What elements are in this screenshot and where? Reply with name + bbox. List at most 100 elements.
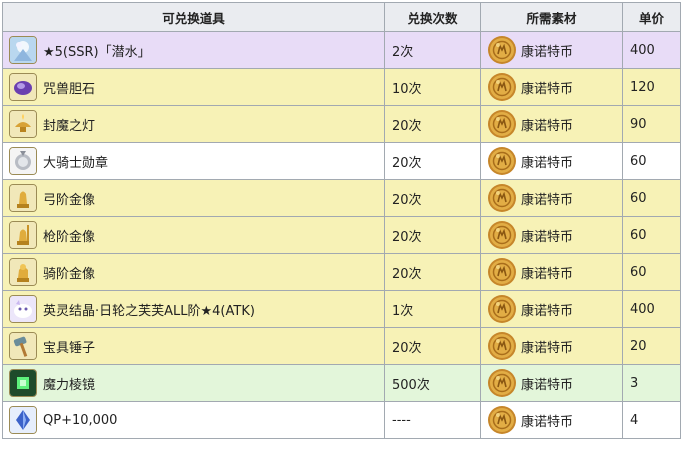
table-row: 封魔之灯 20次 康诺特币 90 — [2, 105, 681, 143]
connaught-coin-icon[interactable] — [487, 35, 517, 65]
header-price[interactable]: 单价 — [622, 2, 681, 32]
material-name[interactable]: 康诺特币 — [521, 226, 573, 245]
item-name[interactable]: 咒兽胆石 — [43, 78, 95, 97]
material-name[interactable]: 康诺特币 — [521, 411, 573, 430]
exchange-times: 20次 — [384, 105, 481, 143]
table-header-row: 可兑换道具 兑换次数 所需素材 单价 — [2, 2, 681, 32]
lancer-statue-icon[interactable] — [9, 221, 37, 249]
item-name[interactable]: ★5(SSR)「潜水」 — [43, 41, 151, 60]
unit-price: 60 — [622, 253, 681, 291]
connaught-coin-icon[interactable] — [487, 331, 517, 361]
item-name[interactable]: 封魔之灯 — [43, 115, 95, 134]
material-name[interactable]: 康诺特币 — [521, 337, 573, 356]
table-row: 宝具锤子 20次 康诺特币 20 — [2, 327, 681, 365]
medal-icon[interactable] — [9, 147, 37, 175]
lamp-icon[interactable] — [9, 110, 37, 138]
unit-price: 90 — [622, 105, 681, 143]
material-name[interactable]: 康诺特币 — [521, 263, 573, 282]
unit-price: 20 — [622, 327, 681, 365]
material-cell: 康诺特币 — [480, 327, 623, 365]
item-name[interactable]: 大骑士勋章 — [43, 152, 108, 171]
item-cell: 宝具锤子 — [2, 327, 385, 365]
item-cell: 骑阶金像 — [2, 253, 385, 291]
item-cell: 枪阶金像 — [2, 216, 385, 254]
green-prism-icon[interactable] — [9, 369, 37, 397]
material-name[interactable]: 康诺特币 — [521, 78, 573, 97]
header-item[interactable]: 可兑换道具 — [2, 2, 385, 32]
unit-price: 120 — [622, 68, 681, 106]
exchange-times: 20次 — [384, 253, 481, 291]
table-row: QP+10,000 ---- 康诺特币 4 — [2, 401, 681, 439]
material-cell: 康诺特币 — [480, 290, 623, 328]
qp-crystal-icon[interactable] — [9, 406, 37, 434]
unit-price: 60 — [622, 179, 681, 217]
item-name[interactable]: 英灵结晶·日轮之芙芙ALL阶★4(ATK) — [43, 300, 255, 319]
connaught-coin-icon[interactable] — [487, 294, 517, 324]
item-cell: 封魔之灯 — [2, 105, 385, 143]
exchange-times: 10次 — [384, 68, 481, 106]
connaught-coin-icon[interactable] — [487, 183, 517, 213]
material-cell: 康诺特币 — [480, 31, 623, 69]
unit-price: 400 — [622, 290, 681, 328]
fou-crystal-icon[interactable] — [9, 295, 37, 323]
table-row: 枪阶金像 20次 康诺特币 60 — [2, 216, 681, 254]
unit-price: 60 — [622, 216, 681, 254]
material-cell: 康诺特币 — [480, 68, 623, 106]
header-times[interactable]: 兑换次数 — [384, 2, 481, 32]
item-cell: 魔力棱镜 — [2, 364, 385, 402]
table-row: 英灵结晶·日轮之芙芙ALL阶★4(ATK) 1次 康诺特币 400 — [2, 290, 681, 328]
item-cell: 英灵结晶·日轮之芙芙ALL阶★4(ATK) — [2, 290, 385, 328]
material-name[interactable]: 康诺特币 — [521, 41, 573, 60]
table-row: 大骑士勋章 20次 康诺特币 60 — [2, 142, 681, 180]
purple-gem-icon[interactable] — [9, 73, 37, 101]
ssr-card-icon[interactable] — [9, 36, 37, 64]
table-row: ★5(SSR)「潜水」 2次 康诺特币 400 — [2, 31, 681, 69]
archer-statue-icon[interactable] — [9, 184, 37, 212]
item-name[interactable]: 宝具锤子 — [43, 337, 95, 356]
item-name[interactable]: QP+10,000 — [43, 413, 117, 428]
exchange-times: 500次 — [384, 364, 481, 402]
item-cell: 弓阶金像 — [2, 179, 385, 217]
material-name[interactable]: 康诺特币 — [521, 374, 573, 393]
material-cell: 康诺特币 — [480, 142, 623, 180]
material-name[interactable]: 康诺特币 — [521, 189, 573, 208]
unit-price: 4 — [622, 401, 681, 439]
item-cell: 咒兽胆石 — [2, 68, 385, 106]
connaught-coin-icon[interactable] — [487, 368, 517, 398]
item-name[interactable]: 魔力棱镜 — [43, 374, 95, 393]
hammer-icon[interactable] — [9, 332, 37, 360]
item-name[interactable]: 骑阶金像 — [43, 263, 95, 282]
material-name[interactable]: 康诺特币 — [521, 152, 573, 171]
unit-price: 60 — [622, 142, 681, 180]
exchange-times: 20次 — [384, 179, 481, 217]
item-cell: 大骑士勋章 — [2, 142, 385, 180]
header-material[interactable]: 所需素材 — [480, 2, 623, 32]
material-cell: 康诺特币 — [480, 105, 623, 143]
connaught-coin-icon[interactable] — [487, 146, 517, 176]
exchange-table: 可兑换道具 兑换次数 所需素材 单价 ★5(SSR)「潜水」 2次 康诺特币 400 咒… — [2, 2, 681, 439]
exchange-times: 20次 — [384, 216, 481, 254]
table-row: 骑阶金像 20次 康诺特币 60 — [2, 253, 681, 291]
item-cell: QP+10,000 — [2, 401, 385, 439]
item-name[interactable]: 弓阶金像 — [43, 189, 95, 208]
table-row: 魔力棱镜 500次 康诺特币 3 — [2, 364, 681, 402]
item-name[interactable]: 枪阶金像 — [43, 226, 95, 245]
table-row: 弓阶金像 20次 康诺特币 60 — [2, 179, 681, 217]
item-cell: ★5(SSR)「潜水」 — [2, 31, 385, 69]
material-cell: 康诺特币 — [480, 216, 623, 254]
exchange-times: 20次 — [384, 142, 481, 180]
connaught-coin-icon[interactable] — [487, 72, 517, 102]
connaught-coin-icon[interactable] — [487, 220, 517, 250]
connaught-coin-icon[interactable] — [487, 109, 517, 139]
material-cell: 康诺特币 — [480, 364, 623, 402]
exchange-times: 2次 — [384, 31, 481, 69]
connaught-coin-icon[interactable] — [487, 405, 517, 435]
rider-statue-icon[interactable] — [9, 258, 37, 286]
unit-price: 400 — [622, 31, 681, 69]
exchange-times: 20次 — [384, 327, 481, 365]
material-name[interactable]: 康诺特币 — [521, 115, 573, 134]
material-name[interactable]: 康诺特币 — [521, 300, 573, 319]
connaught-coin-icon[interactable] — [487, 257, 517, 287]
exchange-times: ---- — [384, 401, 481, 439]
material-cell: 康诺特币 — [480, 401, 623, 439]
